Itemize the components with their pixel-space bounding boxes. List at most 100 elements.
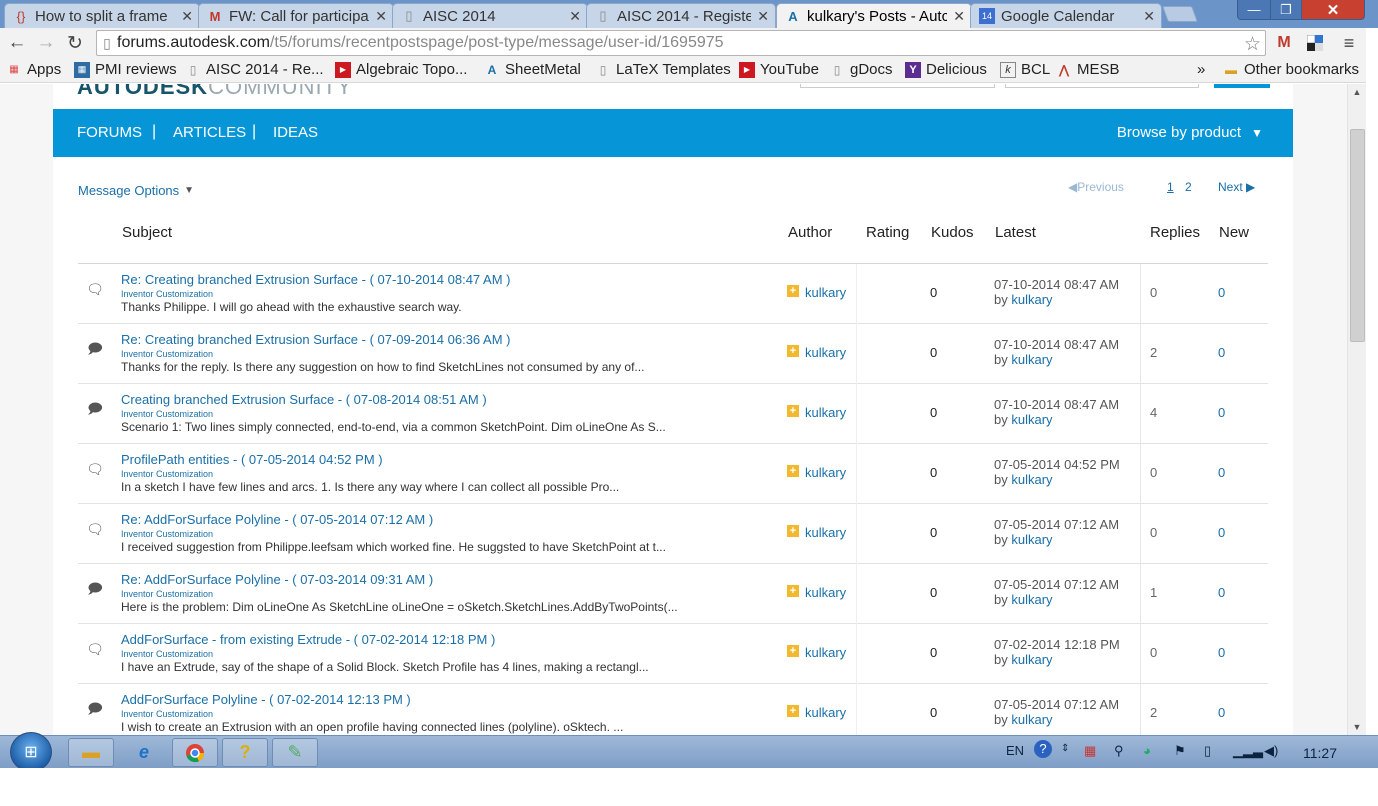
bookmark-item[interactable]: Y Delicious (905, 61, 987, 78)
board-link[interactable]: Inventor Customization (121, 289, 213, 299)
table-row[interactable]: 🗩 Re: AddForSurface Polyline - ( 07-03-20… (78, 564, 1268, 624)
table-row[interactable]: 🗨 AddForSurface - from existing Extrude -… (78, 624, 1268, 684)
post-subject-link[interactable]: Re: Creating branched Extrusion Surface … (121, 332, 511, 347)
author-link[interactable]: kulkary (805, 465, 846, 480)
post-subject-link[interactable]: Re: AddForSurface Polyline - ( 07-03-201… (121, 572, 433, 587)
bookmark-item[interactable]: ▶ YouTube (739, 61, 819, 78)
latest-user-link[interactable]: kulkary (1011, 292, 1052, 307)
maximize-button[interactable]: ❐ (1270, 0, 1302, 20)
language-indicator[interactable]: EN (1006, 743, 1024, 758)
latest-user-link[interactable]: kulkary (1011, 412, 1052, 427)
help-taskbar-icon[interactable]: ? (222, 738, 268, 767)
app-tray-icon[interactable]: ▦ (1084, 743, 1096, 759)
explorer-taskbar-icon[interactable]: ▬ (68, 738, 114, 767)
latest-user-link[interactable]: kulkary (1011, 352, 1052, 367)
latest-user-link[interactable]: kulkary (1011, 532, 1052, 547)
table-row[interactable]: 🗩 Re: Creating branched Extrusion Surface… (78, 324, 1268, 384)
board-link[interactable]: Inventor Customization (121, 409, 213, 419)
author-link[interactable]: kulkary (805, 525, 846, 540)
close-icon[interactable]: ✕ (953, 8, 965, 25)
bookmark-item[interactable]: ▦ PMI reviews (74, 61, 177, 78)
latest-user-link[interactable]: kulkary (1011, 592, 1052, 607)
board-link[interactable]: Inventor Customization (121, 349, 213, 359)
board-link[interactable]: Inventor Customization (121, 649, 213, 659)
flag-icon[interactable]: ⚑ (1174, 743, 1186, 759)
table-row[interactable]: 🗨 ProfilePath entities - ( 07-05-2014 04:… (78, 444, 1268, 504)
new-tab-button[interactable] (1162, 6, 1198, 22)
bookmark-item[interactable]: ⋀ MESB (1056, 61, 1119, 78)
close-icon[interactable]: ✕ (1143, 8, 1155, 25)
nav-forums[interactable]: FORUMS (77, 124, 142, 141)
col-rating[interactable]: Rating (866, 224, 909, 241)
latest-user-link[interactable]: kulkary (1011, 712, 1052, 727)
board-link[interactable]: Inventor Customization (121, 709, 213, 719)
pager-page-2[interactable]: 2 (1185, 180, 1192, 194)
network-signal-icon[interactable]: ▁▂▃ (1233, 743, 1263, 759)
table-row[interactable]: 🗨 Re: AddForSurface Polyline - ( 07-05-20… (78, 504, 1268, 564)
browse-by-product-dropdown[interactable]: Browse by product ▼ (1117, 124, 1263, 141)
new-count-link[interactable]: 0 (1218, 645, 1225, 660)
bookmark-item[interactable]: ▯ LaTeX Templates (595, 61, 731, 78)
table-row[interactable]: 🗩 AddForSurface Polyline - ( 07-02-2014 1… (78, 684, 1268, 735)
gmail-extension-icon[interactable]: M (1273, 32, 1295, 54)
author-link[interactable]: kulkary (805, 705, 846, 720)
paint-taskbar-icon[interactable]: ✎ (272, 738, 318, 767)
chrome-taskbar-icon[interactable] (172, 738, 218, 767)
nav-ideas[interactable]: IDEAS (273, 124, 318, 141)
latest-user-link[interactable]: kulkary (1011, 652, 1052, 667)
col-subject[interactable]: Subject (122, 224, 172, 241)
pager-previous[interactable]: ◀Previous (1068, 180, 1124, 194)
other-bookmarks[interactable]: ▬ Other bookmarks (1223, 61, 1359, 78)
battery-icon[interactable]: ▯ (1204, 743, 1211, 759)
header-select[interactable] (800, 84, 995, 88)
bookmark-star-icon[interactable]: ☆ (1244, 33, 1261, 56)
browser-tab[interactable]: 14 Google Calendar ✕ (970, 3, 1162, 28)
header-search-input[interactable] (1005, 84, 1199, 88)
scroll-down-arrow-icon[interactable]: ▼ (1348, 722, 1366, 732)
post-subject-link[interactable]: ProfilePath entities - ( 07-05-2014 04:5… (121, 452, 383, 467)
new-count-link[interactable]: 0 (1218, 345, 1225, 360)
author-link[interactable]: kulkary (805, 405, 846, 420)
tray-expand-icon[interactable]: ⇕ (1061, 743, 1069, 754)
table-row[interactable]: 🗨 Re: Creating branched Extrusion Surface… (78, 264, 1268, 324)
close-icon[interactable]: ✕ (569, 8, 581, 25)
scroll-up-arrow-icon[interactable]: ▲ (1348, 87, 1366, 97)
author-link[interactable]: kulkary (805, 285, 846, 300)
pager-next[interactable]: Next ▶ (1218, 180, 1255, 194)
nav-articles[interactable]: ARTICLES (173, 124, 246, 141)
close-icon[interactable]: ✕ (375, 8, 387, 25)
menu-icon[interactable]: ≡ (1338, 32, 1360, 54)
post-subject-link[interactable]: AddForSurface - from existing Extrude - … (121, 632, 495, 647)
col-new[interactable]: New (1219, 224, 1249, 241)
back-icon[interactable]: ← (6, 31, 28, 55)
new-count-link[interactable]: 0 (1218, 585, 1225, 600)
bookmark-item[interactable]: ▯ gDocs (829, 61, 893, 78)
browser-tab[interactable]: ▯ AISC 2014 - Register ✕ (586, 3, 776, 28)
bookmark-apps[interactable]: ▦ Apps (6, 61, 61, 78)
volume-icon[interactable]: ◀) (1264, 743, 1278, 759)
help-icon[interactable]: ? (1034, 740, 1052, 758)
minimize-button[interactable]: — (1237, 0, 1271, 20)
start-button[interactable]: ⊞ (10, 732, 52, 772)
new-count-link[interactable]: 0 (1218, 285, 1225, 300)
board-link[interactable]: Inventor Customization (121, 589, 213, 599)
bookmarks-overflow-button[interactable]: » (1197, 61, 1205, 78)
col-kudos[interactable]: Kudos (931, 224, 974, 241)
reload-icon[interactable]: ↻ (64, 31, 86, 55)
vertical-scrollbar[interactable]: ▲ ▼ (1347, 84, 1366, 735)
bookmark-item[interactable]: ▯ AISC 2014 - Re... (185, 61, 324, 78)
post-subject-link[interactable]: AddForSurface Polyline - ( 07-02-2014 12… (121, 692, 411, 707)
bookmark-item[interactable]: ▶ Algebraic Topo... (335, 61, 467, 78)
message-options-dropdown[interactable]: Message Options ▼ (78, 183, 194, 198)
ie-taskbar-icon[interactable]: e (121, 738, 167, 767)
board-link[interactable]: Inventor Customization (121, 529, 213, 539)
globe-icon[interactable]: ◕ (1143, 743, 1151, 758)
col-latest[interactable]: Latest (995, 224, 1036, 241)
col-author[interactable]: Author (788, 224, 832, 241)
bookmark-item[interactable]: k BCL (1000, 61, 1050, 78)
autodesk-community-logo[interactable]: AUTODESKCOMMUNITY (77, 84, 353, 100)
delicious-extension-icon[interactable] (1304, 32, 1326, 54)
col-replies[interactable]: Replies (1150, 224, 1200, 241)
pager-page-1[interactable]: 1 (1167, 180, 1174, 194)
board-link[interactable]: Inventor Customization (121, 469, 213, 479)
